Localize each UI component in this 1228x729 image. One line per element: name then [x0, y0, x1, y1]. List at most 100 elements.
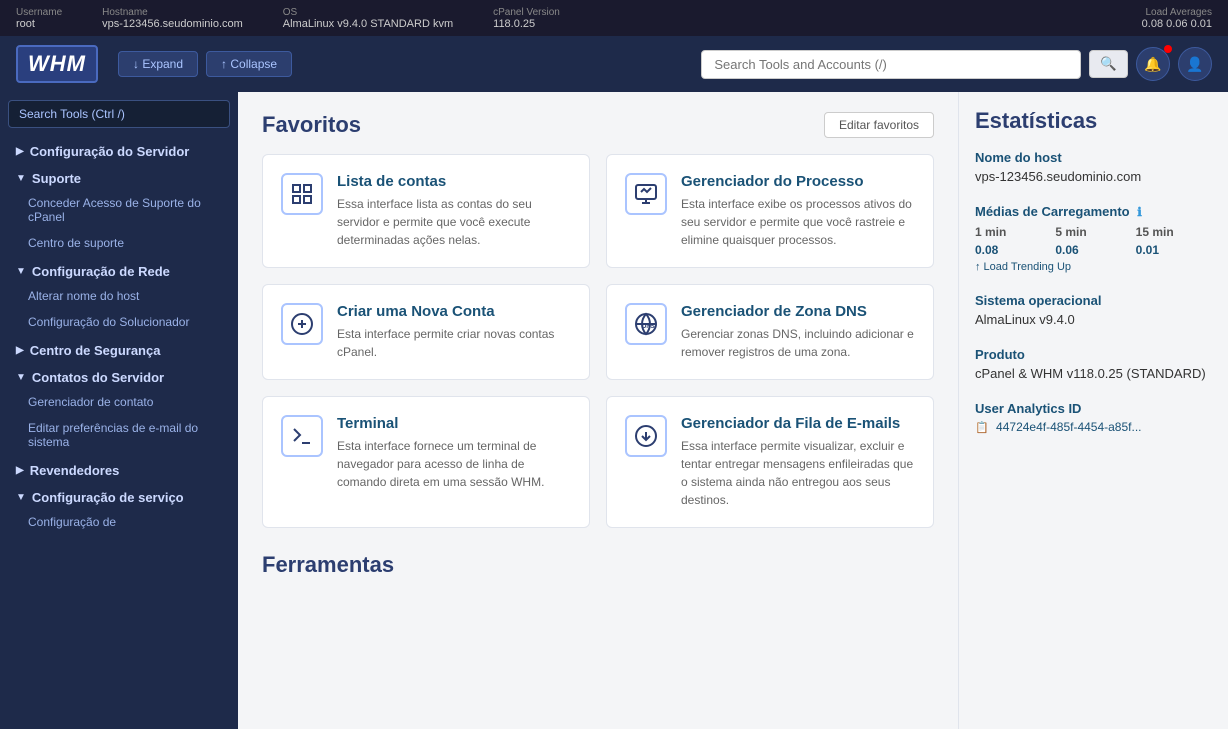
- sidebar-item-editar-preferencias[interactable]: Editar preferências de e-mail do sistema: [0, 415, 238, 455]
- card-gerenciador-processo[interactable]: Gerenciador do Processo Esta interface e…: [606, 154, 934, 268]
- card-gerenciador-fila-emails-title: Gerenciador da Fila de E-mails: [681, 415, 915, 432]
- search-button[interactable]: 🔍: [1089, 50, 1128, 78]
- stat-hostname-value: vps-123456.seudominio.com: [975, 169, 1212, 184]
- edit-favorites-button[interactable]: Editar favoritos: [824, 112, 934, 138]
- sidebar-item-config-servico[interactable]: ▼ Configuração de serviço: [0, 482, 238, 509]
- stat-hostname: Nome do host vps-123456.seudominio.com: [975, 150, 1212, 184]
- gerenciador-processo-icon: [625, 173, 667, 215]
- expand-button[interactable]: ↓ Expand: [118, 51, 198, 77]
- hostname-info: Hostname vps-123456.seudominio.com: [102, 7, 243, 30]
- card-lista-contas-body: Lista de contas Essa interface lista as …: [337, 173, 571, 249]
- load-15min-label: 15 min: [1136, 225, 1212, 239]
- statistics-panel: Estatísticas Nome do host vps-123456.seu…: [958, 92, 1228, 729]
- username-value: root: [16, 18, 62, 30]
- sidebar-item-conceder-acesso[interactable]: Conceder Acesso de Suporte do cPanel: [0, 190, 238, 230]
- chevron-right-icon: ▶: [16, 345, 24, 356]
- favorites-grid: Lista de contas Essa interface lista as …: [262, 154, 934, 528]
- stat-load-label: Médias de Carregamento ℹ: [975, 204, 1212, 219]
- terminal-icon: [281, 415, 323, 457]
- card-gerenciador-processo-title: Gerenciador do Processo: [681, 173, 915, 190]
- load-info: Load Averages 0.08 0.06 0.01: [1142, 7, 1212, 30]
- svg-text:DNS: DNS: [642, 324, 655, 330]
- load-5min-value: 0.06: [1055, 243, 1131, 257]
- chevron-right-icon: ▶: [16, 465, 24, 476]
- sidebar-group-label: Contatos do Servidor: [32, 370, 164, 385]
- card-gerenciador-zona-dns-title: Gerenciador de Zona DNS: [681, 303, 915, 320]
- notification-badge: [1164, 45, 1172, 53]
- os-info: OS AlmaLinux v9.4.0 STANDARD kvm: [283, 7, 453, 30]
- collapse-button[interactable]: ↑ Collapse: [206, 51, 292, 77]
- sidebar-item-centro-suporte[interactable]: Centro de suporte: [0, 230, 238, 256]
- chevron-down-icon: ▼: [16, 173, 26, 184]
- load-1min-label: 1 min: [975, 225, 1051, 239]
- copy-icon: 📋: [975, 422, 989, 434]
- cpanel-label: cPanel Version: [493, 7, 560, 18]
- card-lista-contas-title: Lista de contas: [337, 173, 571, 190]
- sidebar-item-centro-seguranca[interactable]: ▶ Centro de Segurança: [0, 335, 238, 362]
- statistics-title: Estatísticas: [975, 108, 1212, 134]
- sidebar-search[interactable]: Search Tools (Ctrl /): [8, 100, 230, 128]
- os-value: AlmaLinux v9.4.0 STANDARD kvm: [283, 18, 453, 30]
- favorites-title: Favoritos: [262, 112, 361, 138]
- sidebar-item-configuracao-ancora[interactable]: Configuração de: [0, 509, 238, 535]
- stat-os-label: Sistema operacional: [975, 293, 1212, 308]
- stat-os: Sistema operacional AlmaLinux v9.4.0: [975, 293, 1212, 327]
- load-values: 0.08 0.06 0.01: [1142, 18, 1212, 30]
- search-icon: 🔍: [1100, 56, 1117, 71]
- card-gerenciador-fila-emails[interactable]: Gerenciador da Fila de E-mails Essa inte…: [606, 396, 934, 528]
- stat-analytics: User Analytics ID 📋 44724e4f-485f-4454-a…: [975, 401, 1212, 434]
- header-buttons: ↓ Expand ↑ Collapse: [118, 51, 292, 77]
- search-container: 🔍 🔔 👤: [701, 47, 1212, 81]
- lista-contas-icon: [281, 173, 323, 215]
- card-criar-nova-conta-title: Criar uma Nova Conta: [337, 303, 571, 320]
- sidebar-item-gerenciador-contato[interactable]: Gerenciador de contato: [0, 389, 238, 415]
- username-info: Username root: [16, 7, 62, 30]
- card-gerenciador-fila-emails-body: Gerenciador da Fila de E-mails Essa inte…: [681, 415, 915, 509]
- search-input[interactable]: [714, 57, 1068, 72]
- chevron-right-icon: ▶: [16, 146, 24, 157]
- card-gerenciador-zona-dns-body: Gerenciador de Zona DNS Gerenciar zonas …: [681, 303, 915, 361]
- bell-icon: 🔔: [1144, 56, 1161, 73]
- stat-analytics-label: User Analytics ID: [975, 401, 1212, 416]
- user-button[interactable]: 👤: [1178, 47, 1212, 81]
- gerenciador-zona-dns-icon: DNS: [625, 303, 667, 345]
- username-label: Username: [16, 7, 62, 18]
- sidebar-item-config-rede[interactable]: ▼ Configuração de Rede: [0, 256, 238, 283]
- chevron-down-icon: ▼: [16, 492, 26, 503]
- card-terminal[interactable]: Terminal Esta interface fornece um termi…: [262, 396, 590, 528]
- sidebar-item-configuracao-servidor[interactable]: ▶ Configuração do Servidor: [0, 136, 238, 163]
- sidebar-item-config-solucionador[interactable]: Configuração do Solucionador: [0, 309, 238, 335]
- card-lista-contas[interactable]: Lista de contas Essa interface lista as …: [262, 154, 590, 268]
- sidebar-item-alterar-hostname[interactable]: Alterar nome do host: [0, 283, 238, 309]
- sidebar-item-revendedores[interactable]: ▶ Revendedores: [0, 455, 238, 482]
- top-bar: Username root Hostname vps-123456.seudom…: [0, 0, 1228, 36]
- stat-product-label: Produto: [975, 347, 1212, 362]
- card-terminal-title: Terminal: [337, 415, 571, 432]
- sidebar-group-label: Revendedores: [30, 463, 120, 478]
- header: WHM ↓ Expand ↑ Collapse 🔍 🔔 👤: [0, 36, 1228, 92]
- card-terminal-body: Terminal Esta interface fornece um termi…: [337, 415, 571, 491]
- stat-os-value: AlmaLinux v9.4.0: [975, 312, 1212, 327]
- search-box[interactable]: [701, 50, 1081, 79]
- stat-product-value: cPanel & WHM v118.0.25 (STANDARD): [975, 366, 1212, 381]
- stat-hostname-label: Nome do host: [975, 150, 1212, 165]
- card-gerenciador-zona-dns-desc: Gerenciar zonas DNS, incluindo adicionar…: [681, 325, 915, 361]
- card-gerenciador-zona-dns[interactable]: DNS Gerenciador de Zona DNS Gerenciar zo…: [606, 284, 934, 380]
- chevron-down-icon: ▼: [16, 266, 26, 277]
- sidebar-item-suporte[interactable]: ▼ Suporte: [0, 163, 238, 190]
- card-criar-nova-conta-desc: Esta interface permite criar novas conta…: [337, 325, 571, 361]
- card-criar-nova-conta[interactable]: Criar uma Nova Conta Esta interface perm…: [262, 284, 590, 380]
- chevron-down-icon: ▼: [16, 372, 26, 383]
- load-15min-value: 0.01: [1136, 243, 1212, 257]
- sidebar-group-label: Configuração do Servidor: [30, 144, 190, 159]
- sidebar-group-label: Configuração de Rede: [32, 264, 170, 279]
- hostname-label: Hostname: [102, 7, 243, 18]
- sidebar-group-label: Configuração de serviço: [32, 490, 184, 505]
- load-trend-link[interactable]: ↑ Load Trending Up: [975, 261, 1212, 273]
- load-1min-value: 0.08: [975, 243, 1051, 257]
- sidebar-item-contatos-servidor[interactable]: ▼ Contatos do Servidor: [0, 362, 238, 389]
- notifications-button[interactable]: 🔔: [1136, 47, 1170, 81]
- ferramentas-section: Ferramentas: [262, 552, 934, 578]
- card-terminal-desc: Esta interface fornece um terminal de na…: [337, 437, 571, 491]
- criar-nova-conta-icon: [281, 303, 323, 345]
